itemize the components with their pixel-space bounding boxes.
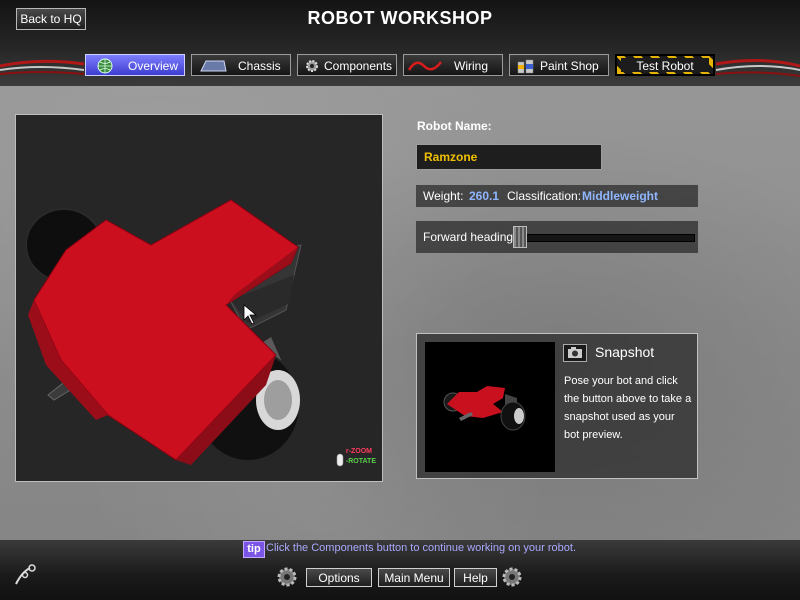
main-menu-button[interactable]: Main Menu [378,568,450,587]
tab-label: Components [324,59,393,73]
tab-wiring[interactable]: Wiring [403,54,503,76]
page-title: ROBOT WORKSHOP [307,8,493,28]
classification-label: Classification: [507,189,582,203]
snapshot-description: Pose your bot and click the button above… [564,375,692,441]
options-button[interactable]: Options [306,568,372,587]
globe-icon [97,58,113,74]
mouse-icon [336,453,344,467]
robot-stats: Weight: 260.1 Classification: Middleweig… [416,185,698,207]
robot-name-label: Robot Name: [417,119,492,133]
tab-components[interactable]: Components [297,54,397,76]
gear-right-icon [502,567,522,587]
heading-slider-handle[interactable] [513,226,527,248]
tab-label: Test Robot [621,58,709,73]
snapshot-panel: Snapshot Pose your bot and click the but… [416,333,698,479]
tab-label: Wiring [454,59,489,73]
snapshot-title: Snapshot [595,344,655,360]
robot-name-input[interactable]: Ramzone [416,144,602,170]
heading-slider-track[interactable] [517,234,695,242]
robot-model [25,199,302,465]
forward-heading-control: Forward heading: [416,221,698,253]
tip-text: Click the Components button to continue … [266,542,577,554]
top-bar: Back to HQ ROBOT WORKSHOP Overview Chass… [0,0,800,86]
camera-icon [568,347,582,358]
tab-label: Overview [128,59,179,73]
tip-badge: tip [243,541,265,558]
tab-test-robot[interactable]: Test Robot [615,54,715,76]
snapshot-camera-button[interactable] [563,344,587,362]
tab-paint-shop[interactable]: Paint Shop [509,54,609,76]
robot-thumbnail [443,386,526,431]
tab-chassis[interactable]: Chassis [191,54,291,76]
sound-toggle-icon[interactable] [12,562,40,590]
weight-label: Weight: [423,189,464,203]
tab-label: Paint Shop [540,59,599,73]
wire-icon [408,61,442,71]
rotate-hint: -ROTATE [345,458,376,465]
tab-overview[interactable]: Overview [85,54,185,76]
robot-3d-viewport[interactable]: r-ZOOM -ROTATE [15,114,383,482]
help-button[interactable]: Help [454,568,497,587]
gear-left-icon [277,567,297,587]
classification-value: Middleweight [582,189,658,203]
control-hint: r-ZOOM -ROTATE [336,447,376,467]
chassis-icon [200,60,227,72]
tab-label: Chassis [238,59,281,73]
paint-cans-icon [517,59,534,74]
gear-icon [306,60,318,72]
snapshot-preview [425,342,555,472]
zoom-hint: r-ZOOM [345,448,372,455]
forward-heading-label: Forward heading: [423,230,517,244]
weight-value: 260.1 [469,189,500,203]
